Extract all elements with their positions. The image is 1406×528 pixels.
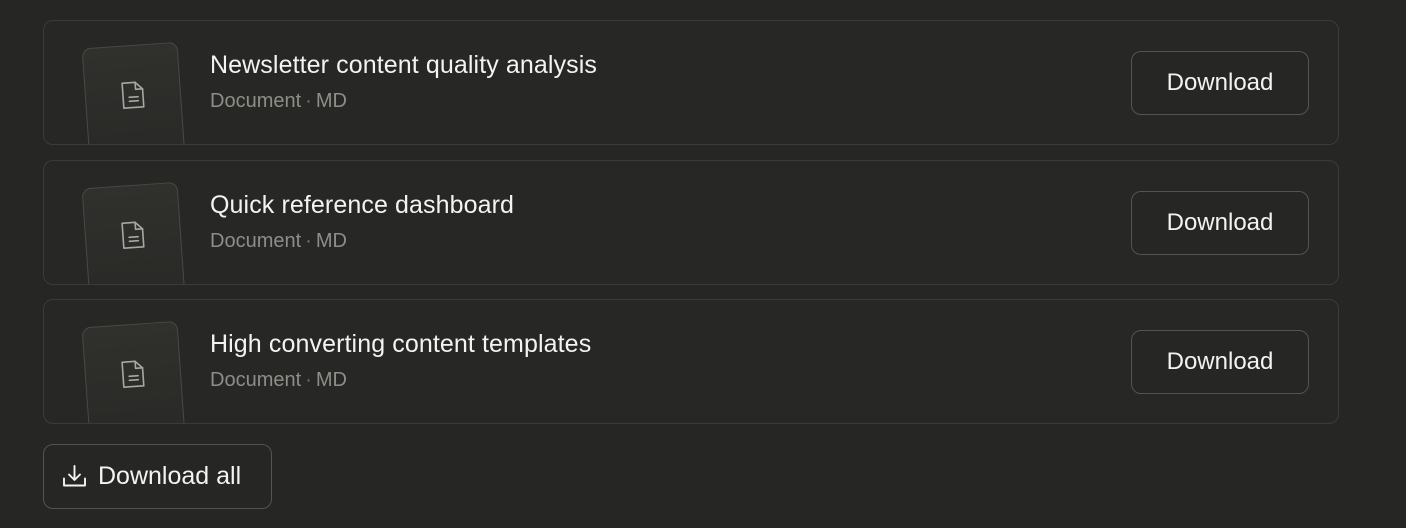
file-title: High converting content templates [210,330,592,358]
download-all-button[interactable]: Download all [43,444,272,509]
document-thumbnail [81,41,187,144]
file-type: Document [210,369,302,391]
file-type: Document [210,230,302,252]
file-card[interactable]: Newsletter content quality analysis Docu… [43,20,1339,145]
file-card[interactable]: High converting content templates Docume… [43,299,1339,424]
file-card[interactable]: Quick reference dashboard Document · MD Do… [43,160,1339,285]
document-icon [121,221,145,250]
file-meta: Document · MD [210,369,347,392]
file-title: Quick reference dashboard [210,191,515,219]
file-list: Newsletter content quality analysis Docu… [43,20,1339,439]
meta-separator: · [305,369,312,391]
file-format: MD [315,230,347,252]
file-format: MD [315,90,347,112]
document-thumbnail [81,320,187,423]
download-all-label: Download all [98,462,242,490]
download-tray-icon [63,465,86,487]
file-meta: Document · MD [210,230,347,253]
document-icon [121,81,145,110]
meta-separator: · [305,230,312,252]
download-button[interactable]: Download [1131,51,1309,115]
file-meta: Document · MD [210,90,347,113]
file-title: Newsletter content quality analysis [210,51,598,79]
document-icon [121,360,145,389]
document-thumbnail [81,181,187,284]
download-button[interactable]: Download [1131,330,1309,394]
file-format: MD [315,369,347,391]
file-type: Document [210,90,302,112]
download-button[interactable]: Download [1131,191,1309,255]
meta-separator: · [305,90,312,112]
